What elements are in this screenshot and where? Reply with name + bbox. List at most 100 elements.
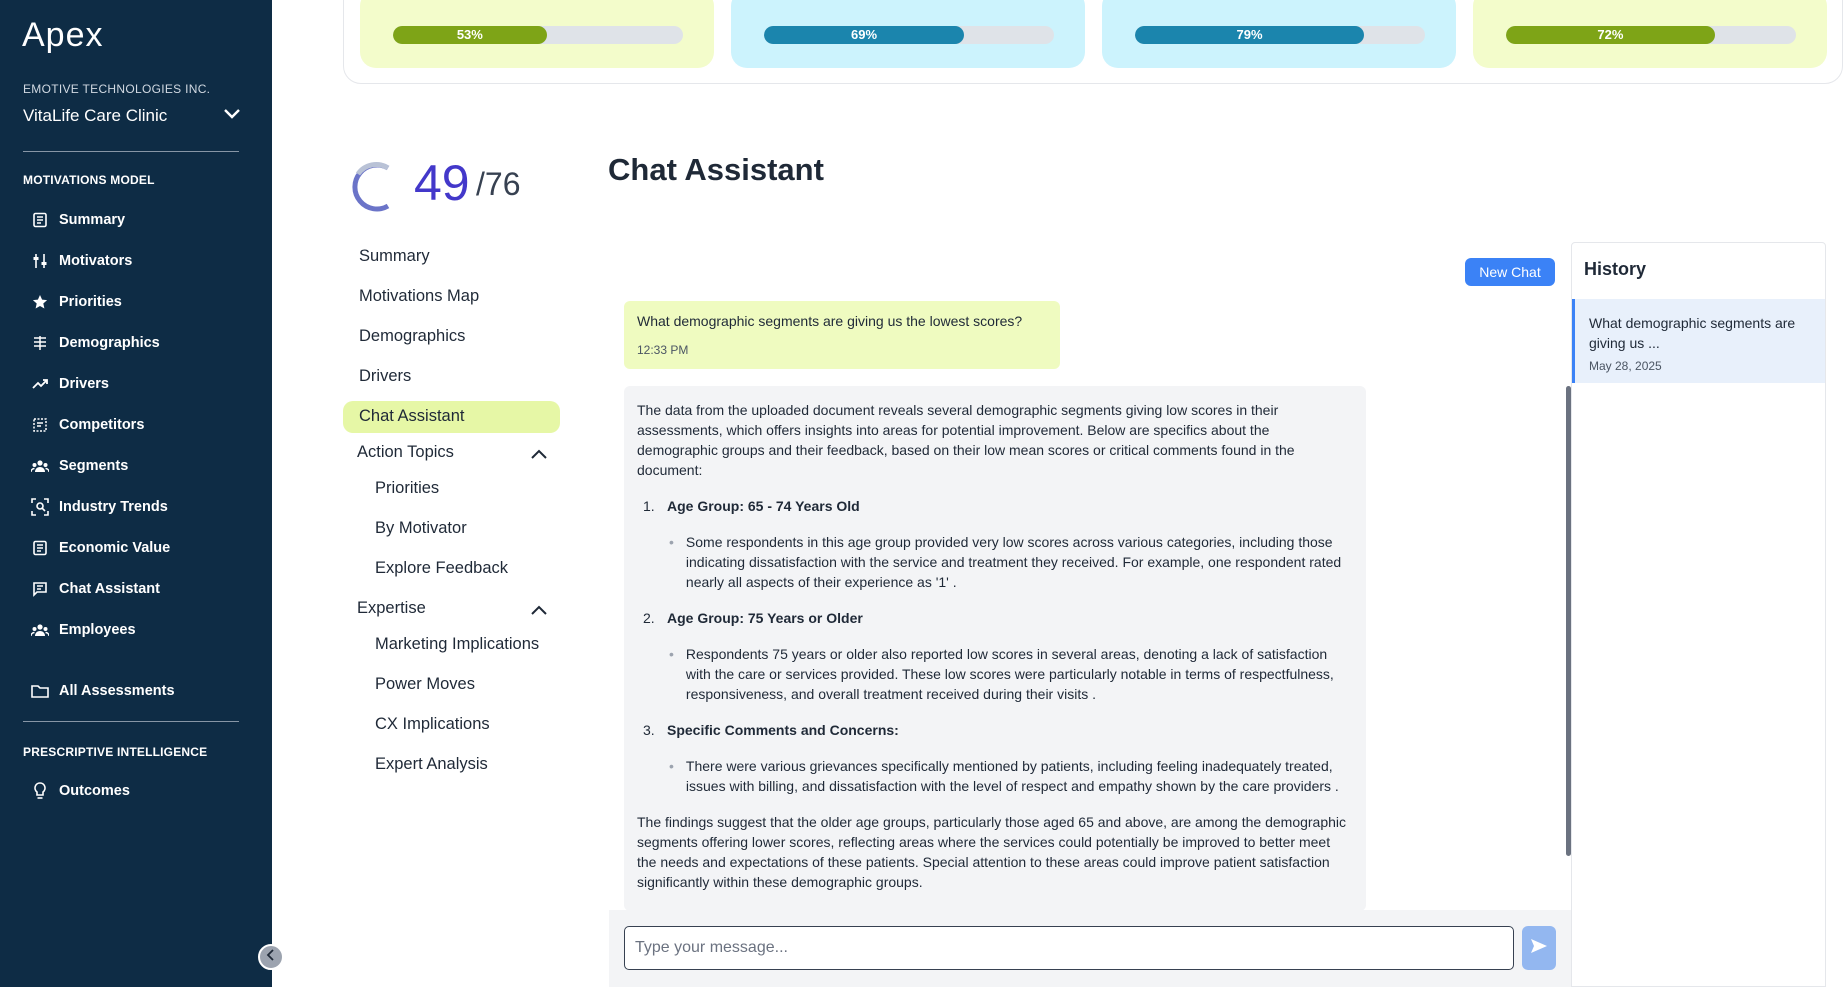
subnav-explore-feedback[interactable]: Explore Feedback: [375, 559, 508, 578]
sidebar-item-label: Outcomes: [59, 783, 130, 799]
subnav-cx-implications[interactable]: CX Implications: [375, 715, 490, 734]
point-detail-text: Respondents 75 years or older also repor…: [685, 646, 1334, 702]
point-number: 2.: [643, 610, 655, 626]
bullet-icon: •: [669, 646, 674, 662]
subnav-chat-assistant[interactable]: Chat Assistant: [359, 407, 464, 426]
page-title: Chat Assistant: [608, 152, 824, 187]
sidebar-item-label: Economic Value: [59, 540, 171, 556]
chevron-up-icon[interactable]: [530, 447, 548, 465]
sidebar-item-label: Chat Assistant: [59, 581, 160, 597]
sidebar-item-all-assessments[interactable]: All Assessments: [31, 679, 175, 703]
user-message: What demographic segments are giving us …: [624, 301, 1060, 369]
collapse-sidebar-button[interactable]: [258, 944, 284, 970]
chevron-left-icon: [266, 948, 276, 966]
score-card: 53%: [360, 0, 714, 68]
competitors-icon: [31, 416, 49, 434]
sidebar-item-label: Drivers: [59, 376, 109, 392]
section-motivations-model: MOTIVATIONS MODEL: [23, 173, 155, 187]
point-title: Age Group: 75 Years or Older: [667, 610, 863, 626]
send-icon: [1530, 938, 1548, 959]
score-card: 79%: [1102, 0, 1456, 68]
sidebar-item-label: Employees: [59, 622, 136, 638]
score-ring-icon: [348, 160, 398, 219]
clinic-name: VitaLife Care Clinic: [23, 106, 168, 125]
sidebar-item-segments[interactable]: Segments: [31, 454, 128, 478]
bullet-icon: •: [669, 534, 674, 550]
score-value: 49: [414, 155, 470, 211]
sidebar-item-chat-assistant[interactable]: Chat Assistant: [31, 577, 160, 601]
subnav-priorities[interactable]: Priorities: [375, 479, 439, 498]
subnav-action-topics[interactable]: Action Topics: [357, 443, 454, 462]
chevron-up-icon[interactable]: [530, 603, 548, 621]
divider: [23, 721, 239, 722]
subnav-expertise[interactable]: Expertise: [357, 599, 426, 618]
history-item[interactable]: What demographic segments are giving us …: [1572, 299, 1825, 383]
point-detail-text: Some respondents in this age group provi…: [685, 534, 1342, 590]
divider: [23, 151, 239, 152]
subnav-marketing-implications[interactable]: Marketing Implications: [375, 635, 539, 654]
sidebar: Apex EMOTIVE TECHNOLOGIES INC. VitaLife …: [0, 0, 272, 987]
sidebar-item-label: Motivators: [59, 253, 133, 269]
clinic-selector[interactable]: VitaLife Care Clinic: [23, 106, 241, 126]
message-timestamp: 12:33 PM: [637, 343, 689, 357]
sidebar-item-competitors[interactable]: Competitors: [31, 413, 144, 437]
sidebar-item-drivers[interactable]: Drivers: [31, 372, 109, 396]
sidebar-item-label: Industry Trends: [59, 499, 168, 515]
answer-intro: The data from the uploaded document reve…: [637, 402, 1295, 478]
group-icon: [31, 457, 49, 475]
subnav-summary[interactable]: Summary: [359, 247, 430, 266]
sidebar-item-industry-trends[interactable]: Industry Trends: [31, 495, 168, 519]
history-panel: History What demographic segments are gi…: [1571, 242, 1826, 987]
point-number: 3.: [643, 722, 655, 738]
subnav-power-moves[interactable]: Power Moves: [375, 675, 475, 694]
sidebar-item-demographics[interactable]: Demographics: [31, 331, 160, 355]
sidebar-item-economic-value[interactable]: Economic Value: [31, 536, 170, 560]
subnav-drivers[interactable]: Drivers: [359, 367, 411, 386]
sidebar-item-label: Segments: [59, 458, 129, 474]
assistant-message: The data from the uploaded document reve…: [624, 386, 1366, 911]
message-input[interactable]: [624, 926, 1514, 970]
history-item-question: What demographic segments are giving us …: [1589, 315, 1796, 351]
answer-conclusion: The findings suggest that the older age …: [637, 814, 1347, 890]
answer-point-detail: • Respondents 75 years or older also repo…: [637, 644, 1353, 704]
sidebar-item-motivators[interactable]: Motivators: [31, 249, 132, 273]
sidebar-item-label: Competitors: [59, 417, 145, 433]
subnav-demographics[interactable]: Demographics: [359, 327, 465, 346]
sidebar-item-label: Summary: [59, 212, 126, 228]
new-chat-button[interactable]: New Chat: [1465, 258, 1555, 286]
document-icon: [31, 211, 49, 229]
chevron-down-icon: [223, 107, 241, 125]
point-title: Specific Comments and Concerns:: [667, 722, 899, 738]
send-button[interactable]: [1522, 926, 1556, 970]
subnav-expert-analysis[interactable]: Expert Analysis: [375, 755, 488, 774]
score-card: 69%: [731, 0, 1085, 68]
star-icon: [31, 293, 49, 311]
sidebar-item-label: All Assessments: [59, 683, 175, 699]
progress-label: 72%: [1597, 27, 1624, 42]
progress-label: 53%: [456, 27, 483, 42]
subnav-motivations-map[interactable]: Motivations Map: [359, 287, 479, 306]
lightbulb-icon: [31, 782, 49, 800]
app-logo[interactable]: Apex: [22, 16, 104, 55]
user-message-text: What demographic segments are giving us …: [637, 313, 1023, 329]
sidebar-item-summary[interactable]: Summary: [31, 208, 125, 232]
demographics-icon: [31, 334, 49, 352]
sidebar-item-outcomes[interactable]: Outcomes: [31, 779, 130, 803]
document-icon: [31, 539, 49, 557]
history-item-date: May 28, 2025: [1589, 359, 1662, 373]
sidebar-item-priorities[interactable]: Priorities: [31, 290, 122, 314]
answer-point-detail: • There were various grievances specifica…: [637, 756, 1353, 796]
score-card: 72%: [1473, 0, 1827, 68]
answer-point-heading: 3. Specific Comments and Concerns:: [637, 720, 1353, 740]
sidebar-item-employees[interactable]: Employees: [31, 618, 136, 642]
subnav-by-motivator[interactable]: By Motivator: [375, 519, 467, 538]
sidebar-item-label: Priorities: [59, 294, 122, 310]
section-prescriptive-intelligence: PRESCRIPTIVE INTELLIGENCE: [23, 745, 208, 759]
scan-user-icon: [31, 498, 49, 516]
point-title: Age Group: 65 - 74 Years Old: [667, 498, 860, 514]
sidebar-item-label: Demographics: [59, 335, 160, 351]
answer-point-heading: 1. Age Group: 65 - 74 Years Old: [637, 496, 1353, 516]
sliders-icon: [31, 252, 49, 270]
progress-label: 79%: [1236, 27, 1263, 42]
history-title: History: [1584, 259, 1647, 279]
